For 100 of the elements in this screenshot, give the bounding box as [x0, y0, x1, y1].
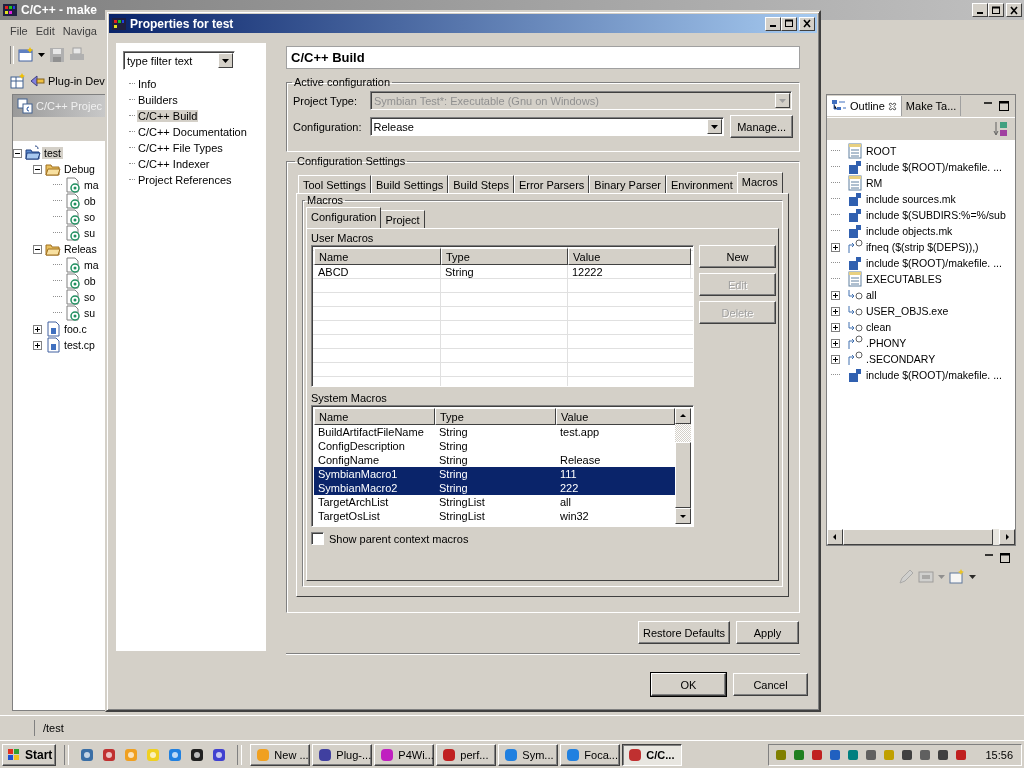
expander-icon[interactable]: [831, 306, 840, 316]
taskbar-button[interactable]: C/C...: [622, 743, 683, 766]
taskbar-button[interactable]: P4Wi...: [374, 743, 435, 766]
tab[interactable]: Macros: [736, 172, 783, 193]
quick-launch-icon[interactable]: [189, 746, 206, 763]
close-button[interactable]: [799, 16, 815, 31]
tab[interactable]: Binary Parser: [589, 175, 666, 193]
maximize-view-icon[interactable]: [1000, 553, 1010, 563]
nav-item[interactable]: C/C++ Build: [137, 110, 199, 122]
tree-item[interactable]: so: [82, 211, 98, 223]
outline-item[interactable]: include $(ROOT)/makefile. ...: [866, 161, 1002, 173]
tree-item[interactable]: Releas: [62, 243, 99, 255]
maximize-button[interactable]: [988, 3, 1004, 17]
taskbar-button[interactable]: Foca...: [560, 743, 621, 766]
caret-icon[interactable]: [38, 53, 45, 57]
close-icon[interactable]: [887, 101, 897, 111]
tree-item[interactable]: foo.c: [62, 323, 89, 335]
taskbar-button[interactable]: New ...: [250, 743, 311, 766]
outline-item[interactable]: .PHONY: [866, 337, 907, 349]
vertical-scrollbar[interactable]: [675, 408, 691, 524]
expander-icon[interactable]: [33, 164, 42, 174]
outline-item[interactable]: include $(ROOT)/makefile. ...: [866, 257, 1002, 269]
column-header[interactable]: Name: [314, 248, 441, 265]
dropdown-arrow-icon[interactable]: [222, 58, 229, 63]
column-header[interactable]: Type: [435, 408, 556, 425]
dropdown-arrow-icon[interactable]: [711, 124, 719, 129]
view-tab[interactable]: Make Ta...: [901, 96, 962, 116]
outline-item[interactable]: clean: [866, 321, 892, 333]
taskbar-button[interactable]: perf...: [436, 743, 497, 766]
quick-launch-icon[interactable]: [211, 746, 228, 763]
column-header[interactable]: Value: [556, 408, 675, 425]
menu-item[interactable]: Edit: [31, 25, 59, 37]
expander-icon[interactable]: [33, 340, 42, 350]
page-button[interactable]: Restore Defaults: [638, 621, 730, 644]
table-row[interactable]: ConfigDescription String: [314, 439, 675, 453]
table-row[interactable]: SymbianMacro2 String 222: [314, 481, 675, 495]
minimize-button[interactable]: [765, 16, 781, 31]
nav-item[interactable]: Project References: [137, 174, 233, 186]
outline-item[interactable]: RM: [866, 177, 883, 189]
expander-icon[interactable]: [33, 324, 42, 334]
outline-item[interactable]: ROOT: [866, 145, 897, 157]
outline-item[interactable]: include sources.mk: [866, 193, 956, 205]
scroll-right-icon[interactable]: [1003, 533, 1011, 541]
outline-item[interactable]: include objects.mk: [866, 225, 953, 237]
open-perspective-icon[interactable]: [10, 73, 26, 89]
column-header[interactable]: Value: [568, 248, 691, 265]
table-row[interactable]: ConfigName String Release: [314, 453, 675, 467]
expander-icon[interactable]: [831, 242, 840, 252]
expander-icon[interactable]: [831, 322, 840, 332]
outline-item[interactable]: ifneq ($(strip $(DEPS)),): [866, 241, 979, 253]
checkbox-label[interactable]: Show parent context macros: [329, 532, 469, 545]
view-tab[interactable]: Outline: [827, 96, 902, 116]
outline-item[interactable]: .SECONDARY: [866, 353, 936, 365]
nav-item[interactable]: C/C++ Documentation: [137, 126, 248, 138]
new-icon[interactable]: [18, 47, 34, 63]
nav-item[interactable]: Info: [137, 78, 158, 90]
tab[interactable]: Build Steps: [448, 175, 514, 193]
start-button[interactable]: Start: [2, 743, 57, 766]
filter-combo[interactable]: type filter text: [123, 51, 235, 70]
expander-icon[interactable]: [13, 148, 22, 158]
minimize-button[interactable]: [972, 3, 988, 17]
outline-item[interactable]: EXECUTABLES: [866, 273, 942, 285]
maximize-button[interactable]: [781, 16, 797, 31]
outline-item[interactable]: include $(SUBDIRS:%=%/sub: [866, 209, 1006, 221]
tab[interactable]: Tool Settings: [298, 175, 371, 193]
tree-item[interactable]: ob: [82, 195, 98, 207]
outline-item[interactable]: USER_OBJS.exe: [866, 305, 949, 317]
table-row[interactable]: BuildArtifactFileName String test.app: [314, 425, 675, 439]
scroll-thumb[interactable]: [843, 529, 993, 545]
table-row[interactable]: TargetArchList StringList all: [314, 495, 675, 509]
tree-item[interactable]: su: [82, 227, 98, 239]
expander-icon[interactable]: [33, 244, 42, 254]
tab[interactable]: Configuration: [306, 207, 382, 228]
configuration-dropdown[interactable]: Release: [369, 117, 725, 136]
table-row[interactable]: TargetOsList StringList win32: [314, 509, 675, 523]
close-button[interactable]: [1006, 3, 1022, 17]
tree-item[interactable]: test.cp: [62, 339, 97, 351]
scroll-down-icon[interactable]: [679, 512, 687, 520]
scroll-thumb[interactable]: [675, 442, 691, 508]
taskbar-button[interactable]: Plug-...: [312, 743, 373, 766]
nav-item[interactable]: Builders: [137, 94, 179, 106]
horizontal-scrollbar[interactable]: [827, 529, 1015, 545]
expander-icon[interactable]: [831, 290, 840, 300]
tree-item[interactable]: ob: [82, 275, 98, 287]
checkbox[interactable]: [311, 532, 324, 545]
tree-item[interactable]: ma: [82, 259, 101, 271]
expander-icon[interactable]: [831, 354, 840, 364]
nav-item[interactable]: C/C++ Indexer: [137, 158, 211, 170]
perspective-button[interactable]: Plug-in Dev: [30, 73, 105, 89]
dialog-button[interactable]: Cancel: [733, 673, 808, 696]
tab[interactable]: Project: [380, 210, 425, 228]
scroll-left-icon[interactable]: [831, 533, 839, 541]
tree-item[interactable]: test: [42, 147, 63, 159]
maximize-view-icon[interactable]: [999, 101, 1009, 111]
tab[interactable]: Environment: [665, 175, 738, 193]
outline-item[interactable]: all: [866, 289, 877, 301]
table-row[interactable]: SymbianMacro1 String 111: [314, 467, 675, 481]
expander-icon[interactable]: [831, 338, 840, 348]
outline-item[interactable]: include $(ROOT)/makefile. ...: [866, 369, 1002, 381]
scroll-up-icon[interactable]: [679, 412, 687, 420]
